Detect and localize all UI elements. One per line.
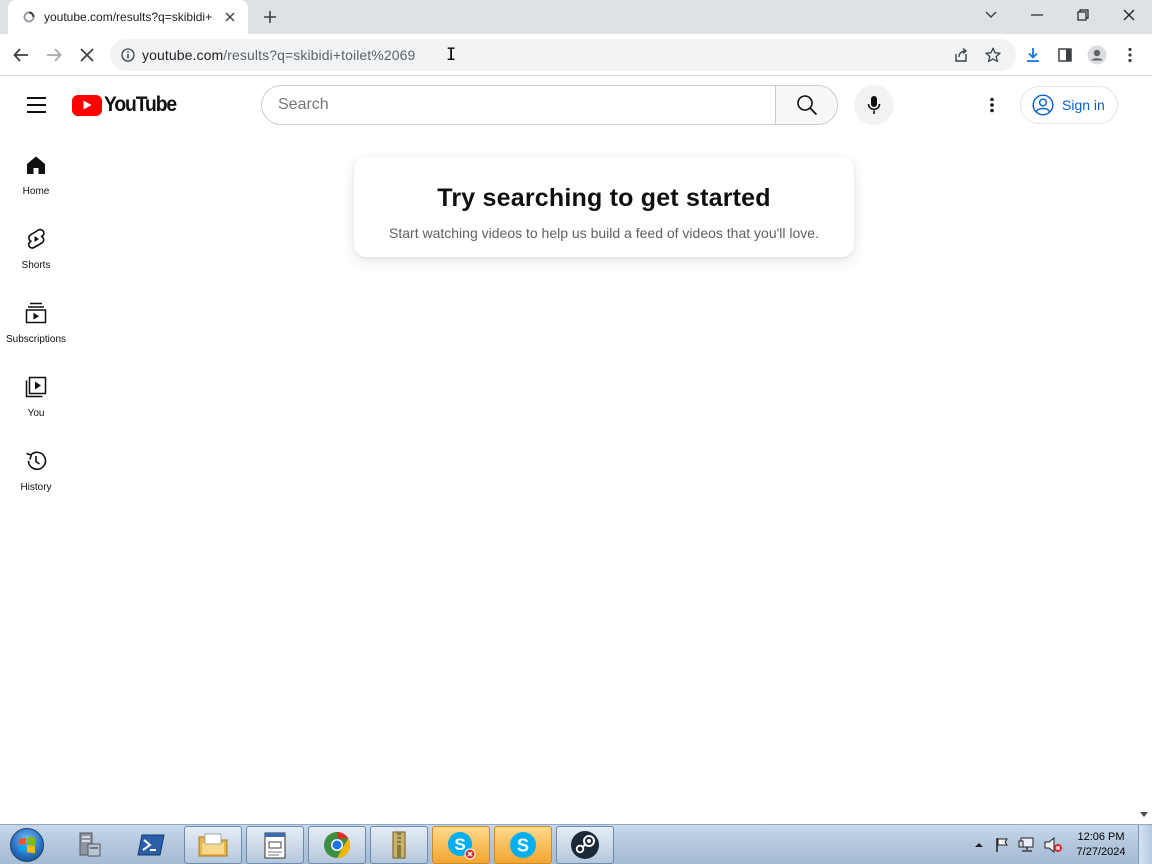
tab-close-icon[interactable] xyxy=(222,9,238,25)
new-tab-button[interactable] xyxy=(258,5,282,29)
guide-item-home[interactable]: Home xyxy=(0,133,72,207)
sign-in-label: Sign in xyxy=(1062,97,1105,113)
server-manager-icon xyxy=(79,832,101,857)
url-host: youtube.com xyxy=(142,47,224,63)
youtube-header: YouTube Sign in xyxy=(0,77,1152,133)
guide-label: History xyxy=(20,482,52,493)
clock-date: 7/27/2024 xyxy=(1076,846,1126,858)
steam-icon xyxy=(571,831,599,859)
browser-toolbar: youtube.com/results?q=skibidi+toilet%206… xyxy=(0,34,1152,76)
address-url: youtube.com/results?q=skibidi+toilet%206… xyxy=(142,47,415,63)
windows-logo-icon xyxy=(10,828,44,862)
youtube-play-icon xyxy=(72,94,102,116)
chrome-icon xyxy=(324,831,351,859)
search-field[interactable] xyxy=(261,85,775,125)
windows-taskbar: S S 12:06 PM 7/27/2024 xyxy=(0,824,1152,864)
browser-tab[interactable]: youtube.com/results?q=skibidi+ xyxy=(8,0,248,34)
minimize-button[interactable] xyxy=(1014,0,1060,30)
guide-item-you[interactable]: You xyxy=(0,355,72,429)
account-icon xyxy=(1032,94,1054,116)
guide-label: Home xyxy=(22,186,50,197)
taskbar-server-manager[interactable] xyxy=(60,826,118,864)
network-icon[interactable] xyxy=(1016,825,1038,864)
show-desktop-button[interactable] xyxy=(1138,825,1152,864)
volume-muted-icon[interactable] xyxy=(1042,825,1064,864)
guide-menu-icon[interactable] xyxy=(22,91,50,119)
youtube-wordmark: YouTube xyxy=(104,93,177,116)
start-button[interactable] xyxy=(6,827,48,863)
svg-text:S: S xyxy=(454,835,465,854)
file-explorer-icon xyxy=(198,833,228,857)
search-input[interactable] xyxy=(278,96,775,114)
download-icon[interactable] xyxy=(1018,40,1048,70)
promo-heading: Try searching to get started xyxy=(437,184,771,212)
taskbar-archive[interactable] xyxy=(370,826,428,864)
guide-label: You xyxy=(27,408,45,419)
url-path: /results?q=skibidi+toilet%2069 xyxy=(223,47,416,63)
shorts-icon xyxy=(24,227,48,251)
site-info-icon[interactable] xyxy=(120,47,136,63)
notepad-icon xyxy=(264,832,286,859)
browser-menu-icon[interactable] xyxy=(1115,40,1145,70)
browser-tabstrip: youtube.com/results?q=skibidi+ xyxy=(0,0,1152,34)
loading-icon xyxy=(22,10,36,24)
svg-text:S: S xyxy=(517,836,529,856)
stop-loading-button[interactable] xyxy=(72,40,102,70)
address-bar[interactable]: youtube.com/results?q=skibidi+toilet%206… xyxy=(110,39,1016,71)
show-hidden-icons-icon[interactable] xyxy=(972,825,986,864)
taskbar-skype-1[interactable]: S xyxy=(432,826,490,864)
taskbar-steam[interactable] xyxy=(556,826,614,864)
you-icon xyxy=(24,375,48,399)
action-center-flag-icon[interactable] xyxy=(992,825,1012,864)
bookmark-star-icon[interactable] xyxy=(978,40,1008,70)
sign-in-button[interactable]: Sign in xyxy=(1020,86,1118,124)
side-panel-icon[interactable] xyxy=(1050,40,1080,70)
screen: youtube.com/results?q=skibidi+ youtube.c… xyxy=(0,0,1152,864)
profile-icon[interactable] xyxy=(1082,40,1112,70)
back-button[interactable] xyxy=(6,40,36,70)
scroll-down-arrow-icon[interactable] xyxy=(1139,810,1149,820)
close-window-button[interactable] xyxy=(1106,0,1152,30)
tab-title: youtube.com/results?q=skibidi+ xyxy=(44,10,213,24)
clock-time: 12:06 PM xyxy=(1077,831,1125,843)
skype-icon: S xyxy=(448,832,476,860)
search-icon xyxy=(796,95,817,116)
taskbar-file-explorer[interactable] xyxy=(184,826,242,864)
powershell-icon xyxy=(137,834,165,856)
skype-icon: S xyxy=(510,832,536,858)
microphone-icon xyxy=(867,96,881,114)
tab-search-chevron-icon[interactable] xyxy=(968,0,1014,30)
guide-label: Shorts xyxy=(21,260,51,271)
taskbar-skype-2[interactable]: S xyxy=(494,826,552,864)
forward-button[interactable] xyxy=(39,40,69,70)
archive-icon xyxy=(392,831,406,859)
restore-button[interactable] xyxy=(1060,0,1106,30)
guide-item-history[interactable]: History xyxy=(0,429,72,503)
search-button[interactable] xyxy=(775,85,838,125)
guide-label: Subscriptions xyxy=(5,334,67,345)
guide-item-shorts[interactable]: Shorts xyxy=(0,207,72,281)
taskbar-powershell[interactable] xyxy=(122,826,180,864)
home-icon xyxy=(24,153,48,177)
settings-more-icon[interactable] xyxy=(976,89,1008,121)
promo-subtext: Start watching videos to help us build a… xyxy=(389,225,819,241)
subscriptions-icon xyxy=(24,301,48,325)
text-cursor-icon: I xyxy=(446,45,457,65)
share-icon[interactable] xyxy=(946,40,976,70)
history-icon xyxy=(24,449,48,473)
voice-search-button[interactable] xyxy=(854,85,894,125)
taskbar-chrome[interactable] xyxy=(308,826,366,864)
youtube-logo[interactable]: YouTube xyxy=(72,93,182,116)
empty-feed-card: Try searching to get started Start watch… xyxy=(354,157,854,257)
taskbar-notepad[interactable] xyxy=(246,826,304,864)
guide-item-subscriptions[interactable]: Subscriptions xyxy=(0,281,72,355)
taskbar-clock[interactable]: 12:06 PM 7/27/2024 xyxy=(1068,830,1134,860)
